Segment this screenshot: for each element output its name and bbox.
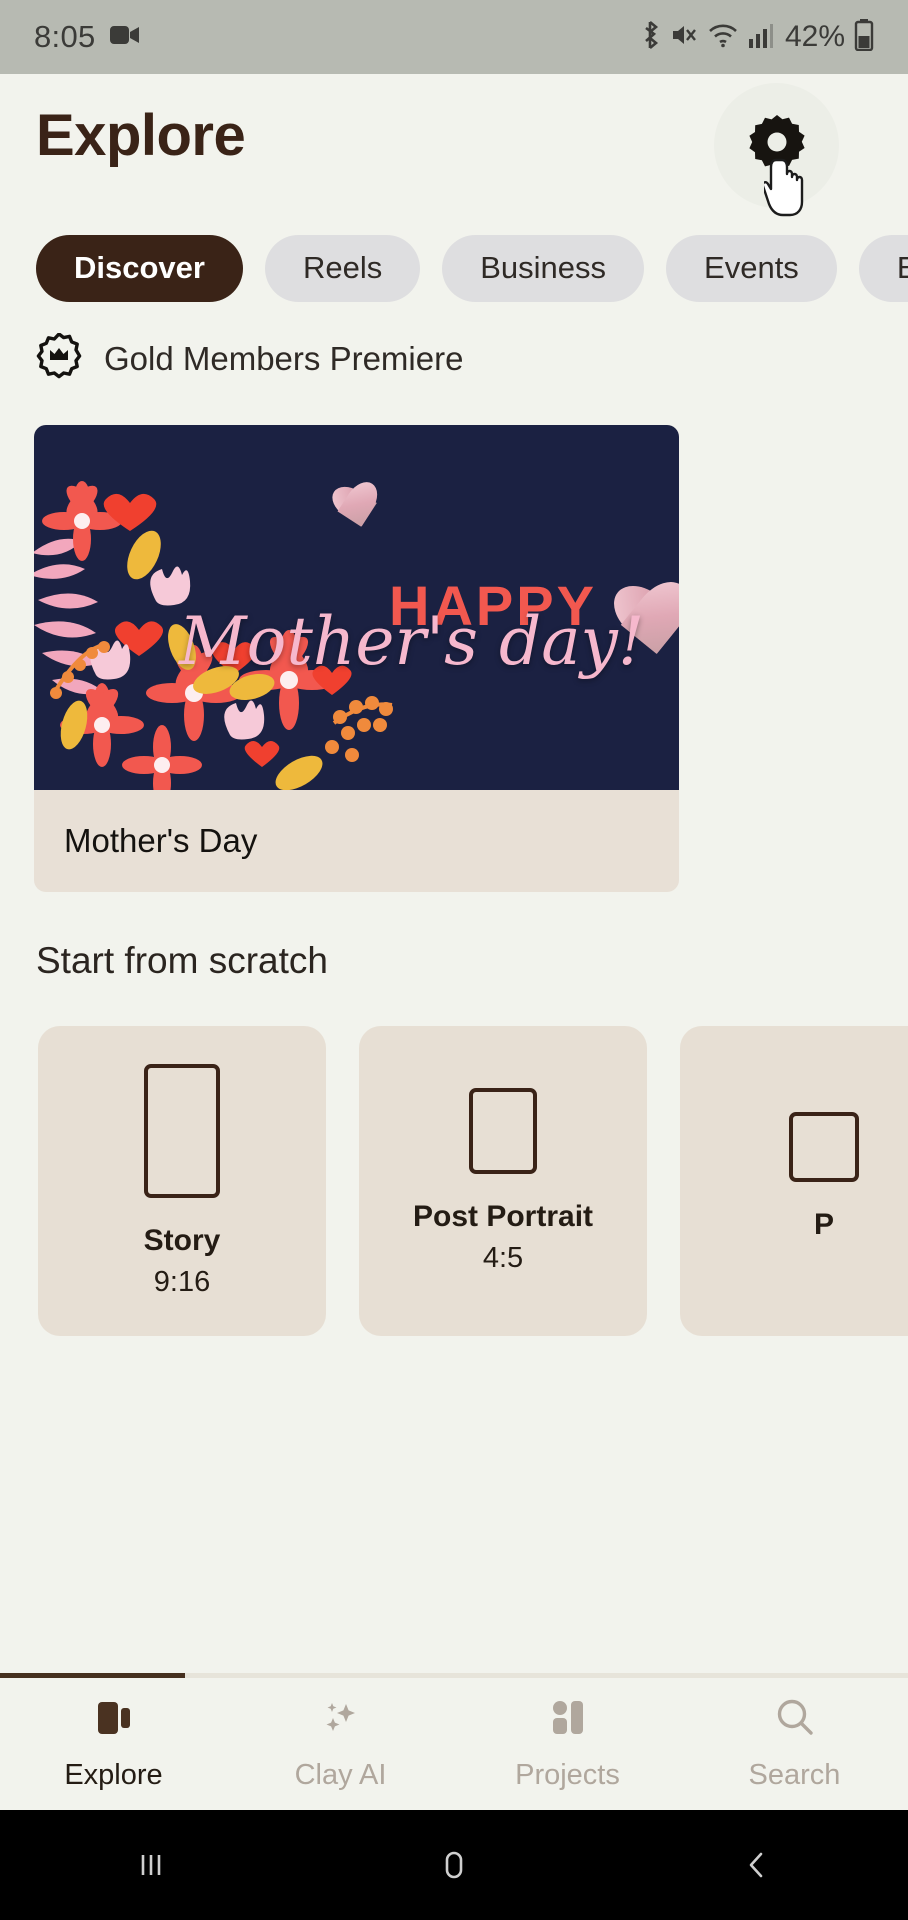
crown-badge-icon <box>36 332 82 384</box>
tab-partial[interactable]: E <box>858 234 908 302</box>
gold-members-label: Gold Members Premiere <box>104 339 464 377</box>
cellular-signal-icon <box>748 21 774 54</box>
sparkles-icon <box>319 1696 363 1745</box>
format-card-story[interactable]: Story 9:16 <box>38 1026 326 1336</box>
tab-label: Events <box>704 250 799 285</box>
nav-label: Explore <box>64 1759 163 1791</box>
format-card-partial[interactable]: P <box>680 1026 908 1336</box>
phone-screen: 8:05 42% Explore Discover Reels Business… <box>0 0 908 1920</box>
tab-label: E <box>896 250 908 285</box>
tab-business[interactable]: Business <box>442 234 645 302</box>
recents-button[interactable] <box>91 1845 211 1885</box>
post-portrait-frame-icon <box>469 1087 537 1174</box>
promo-caption: Mother's Day <box>64 822 258 859</box>
wifi-icon <box>707 21 739 54</box>
nav-label: Clay AI <box>294 1759 387 1791</box>
gold-members-section-header: Gold Members Premiere <box>36 332 464 384</box>
start-from-scratch-row[interactable]: Story 9:16 Post Portrait 4:5 P <box>0 1026 908 1336</box>
nav-item-clay-ai[interactable]: Clay AI <box>227 1678 454 1810</box>
page-title: Explore <box>36 103 246 168</box>
tab-label: Business <box>480 250 607 285</box>
partial-frame-icon <box>789 1112 859 1182</box>
screen-record-icon <box>109 24 140 51</box>
status-time: 8:05 <box>34 19 96 54</box>
format-name: Story <box>143 1223 221 1257</box>
battery-percent: 42% <box>784 20 845 53</box>
format-card-post-portrait[interactable]: Post Portrait 4:5 <box>359 1026 647 1336</box>
format-name: P <box>813 1208 834 1241</box>
status-bar-left: 8:05 <box>34 19 140 55</box>
nav-item-explore[interactable]: Explore <box>0 1678 227 1810</box>
nav-label: Projects <box>515 1759 620 1791</box>
format-name: Post Portrait <box>412 1199 594 1233</box>
status-bar-right: 42% <box>639 18 874 56</box>
nav-label: Search <box>748 1759 841 1791</box>
app-header: Explore <box>0 74 908 219</box>
category-tabs[interactable]: Discover Reels Business Events E <box>0 228 908 308</box>
nav-item-projects[interactable]: Projects <box>454 1678 681 1810</box>
promo-card-mothers-day[interactable]: HAPPY Mother's day! Mother's Day <box>34 425 679 892</box>
tab-label: Discover <box>74 250 205 285</box>
nav-item-search[interactable]: Search <box>681 1678 908 1810</box>
search-icon <box>773 1696 817 1745</box>
start-from-scratch-title: Start from scratch <box>36 940 328 981</box>
tab-discover[interactable]: Discover <box>36 234 243 302</box>
format-ratio: 4:5 <box>482 1241 524 1274</box>
bluetooth-icon <box>639 20 661 55</box>
mute-icon <box>670 21 698 54</box>
status-bar: 8:05 42% <box>0 0 908 74</box>
explore-panels-icon <box>92 1696 136 1745</box>
home-button[interactable] <box>394 1845 514 1885</box>
tab-label: Reels <box>302 250 383 285</box>
promo-script-text: Mother's day! <box>179 603 645 680</box>
bottom-navigation[interactable]: Explore Clay AI Projects Search <box>0 1678 908 1810</box>
tab-events[interactable]: Events <box>666 234 837 302</box>
projects-grid-icon <box>546 1696 590 1745</box>
mouse-cursor-icon <box>761 158 810 220</box>
promo-artwork: HAPPY Mother's day! <box>34 425 679 790</box>
tab-reels[interactable]: Reels <box>264 234 421 302</box>
story-frame-icon <box>144 1063 220 1198</box>
format-ratio: 9:16 <box>153 1265 211 1298</box>
back-button[interactable] <box>697 1845 817 1885</box>
battery-icon <box>854 18 874 56</box>
android-navigation-bar[interactable] <box>0 1810 908 1920</box>
